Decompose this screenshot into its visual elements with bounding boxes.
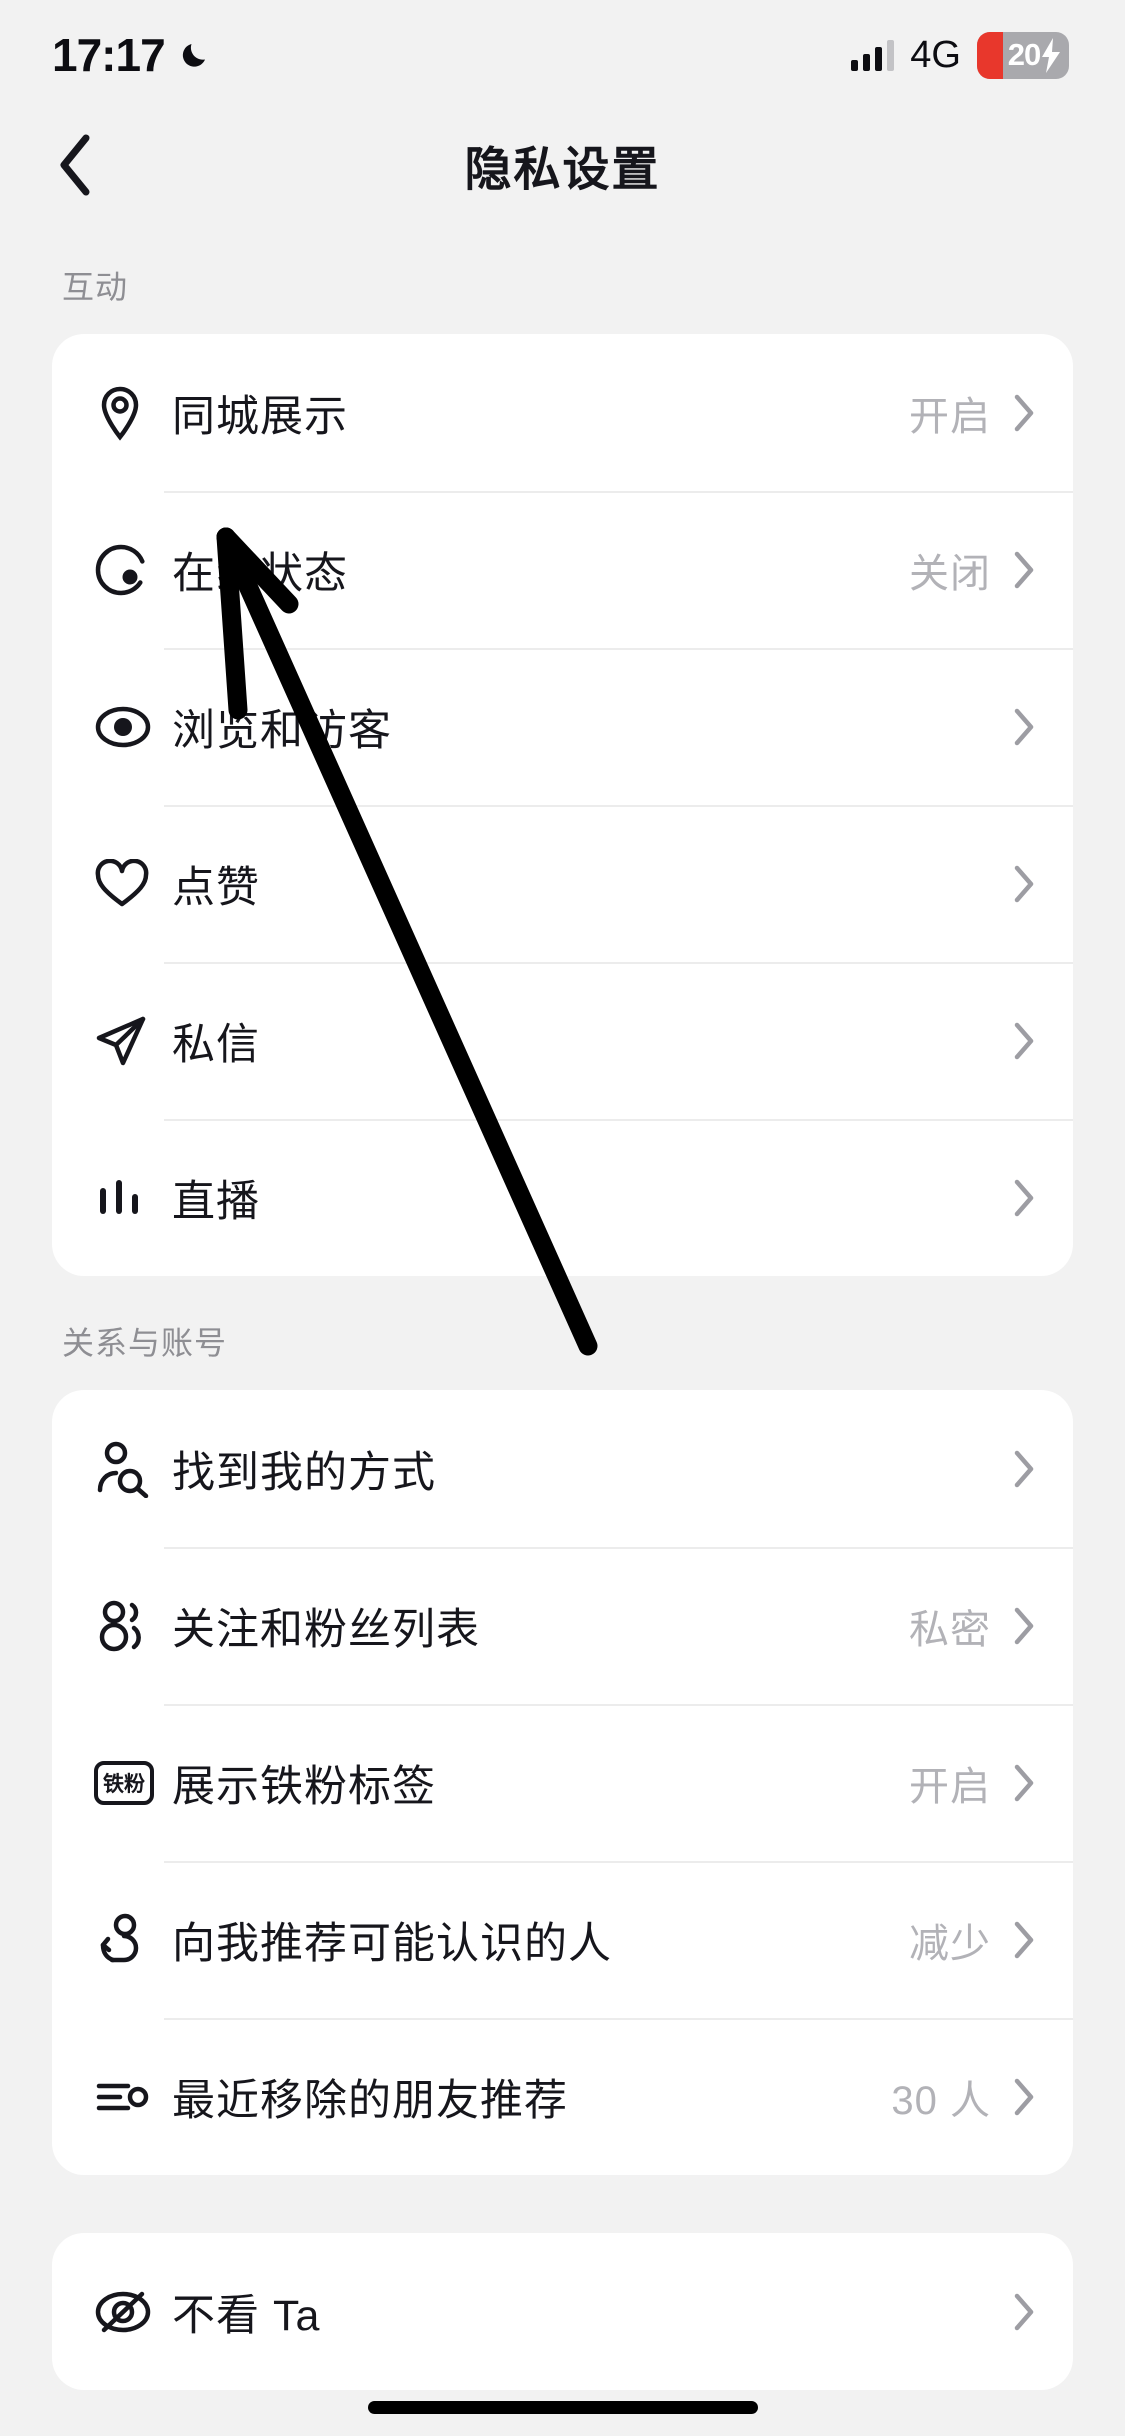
chevron-right-icon xyxy=(1011,1179,1037,1217)
paper-plane-icon xyxy=(94,1014,168,1068)
eye-off-icon xyxy=(94,2288,168,2336)
network-type-label: 4G xyxy=(910,33,961,76)
setting-value: 30 人 xyxy=(891,2078,991,2123)
fan-badge-icon: 铁粉 xyxy=(94,1760,168,1805)
setting-row-direct-message[interactable]: 私信 xyxy=(52,962,1073,1119)
two-people-icon xyxy=(94,1599,168,1653)
settings-card-relations-account: 找到我的方式 关注和粉丝列表 私密 铁粉 展示铁粉标签 开启 向我推荐可能认识的… xyxy=(52,1390,1073,2175)
setting-label: 展示铁粉标签 xyxy=(172,1762,436,1811)
setting-value: 开启 xyxy=(909,1764,991,1809)
chevron-right-icon xyxy=(1011,1450,1037,1488)
setting-value: 私密 xyxy=(909,1607,991,1652)
online-status-icon xyxy=(94,543,168,597)
settings-card-interaction: 同城展示 开启 在线状态 关闭 浏览和访客 点赞 私信 直播 xyxy=(52,334,1073,1276)
setting-row-recently-removed-recommendations[interactable]: 最近移除的朋友推荐 30 人 xyxy=(52,2018,1073,2175)
setting-label: 私信 xyxy=(172,1020,260,1069)
settings-card-block: 不看 Ta xyxy=(52,2233,1073,2390)
setting-label: 向我推荐可能认识的人 xyxy=(172,1919,612,1968)
setting-row-likes[interactable]: 点赞 xyxy=(52,805,1073,962)
chevron-right-icon xyxy=(1011,708,1037,746)
location-pin-icon xyxy=(94,385,168,441)
setting-row-find-me[interactable]: 找到我的方式 xyxy=(52,1390,1073,1547)
setting-label: 找到我的方式 xyxy=(172,1448,436,1497)
chevron-right-icon xyxy=(1011,1764,1037,1802)
signal-bars-icon xyxy=(851,39,895,71)
live-bars-icon xyxy=(94,1176,168,1220)
battery-indicator: 20 xyxy=(977,31,1069,79)
setting-label: 同城展示 xyxy=(172,392,348,441)
chevron-right-icon xyxy=(1011,1607,1037,1645)
setting-row-online-status[interactable]: 在线状态 关闭 xyxy=(52,491,1073,648)
setting-label: 在线状态 xyxy=(172,549,348,598)
phone-screen: 17:17 4G 20 隐私设置 互动 同城展示 开启 在线状态 关闭 浏览和访… xyxy=(0,0,1125,2436)
clock-time: 17:17 xyxy=(52,29,166,81)
navigation-bar: 隐私设置 xyxy=(0,110,1125,220)
setting-row-live[interactable]: 直播 xyxy=(52,1119,1073,1276)
setting-value: 关闭 xyxy=(909,551,991,596)
chevron-right-icon xyxy=(1011,1921,1037,1959)
chevron-right-icon xyxy=(1011,1022,1037,1060)
fan-badge-label: 铁粉 xyxy=(94,1760,154,1805)
status-bar: 17:17 4G 20 xyxy=(0,0,1125,110)
setting-label: 最近移除的朋友推荐 xyxy=(172,2076,568,2125)
status-bar-left: 17:17 xyxy=(52,28,213,82)
chevron-right-icon xyxy=(1011,2078,1037,2116)
section-title-interaction: 互动 xyxy=(62,269,129,305)
page-title: 隐私设置 xyxy=(464,142,661,196)
setting-label: 直播 xyxy=(172,1177,260,1226)
chevron-right-icon xyxy=(1011,2293,1037,2331)
lightning-bolt-icon xyxy=(1042,37,1060,73)
settings-content: 互动 同城展示 开启 在线状态 关闭 浏览和访客 点赞 私信 直播 关系与账号 … xyxy=(0,220,1125,2390)
crescent-moon-icon xyxy=(179,38,213,72)
person-search-icon xyxy=(94,1440,168,1498)
setting-row-show-fan-badge[interactable]: 铁粉 展示铁粉标签 开启 xyxy=(52,1704,1073,1861)
home-indicator xyxy=(367,2401,758,2414)
chevron-right-icon xyxy=(1011,394,1037,432)
setting-row-views-and-visitors[interactable]: 浏览和访客 xyxy=(52,648,1073,805)
setting-row-recommend-people[interactable]: 向我推荐可能认识的人 减少 xyxy=(52,1861,1073,2018)
section-title-relations-account: 关系与账号 xyxy=(62,1325,228,1361)
setting-label: 不看 Ta xyxy=(172,2291,321,2340)
status-bar-right: 4G 20 xyxy=(851,31,1069,79)
setting-row-hide-from-user[interactable]: 不看 Ta xyxy=(52,2233,1073,2390)
heart-icon xyxy=(94,858,168,909)
setting-value: 减少 xyxy=(909,1921,991,1966)
chevron-right-icon xyxy=(1011,865,1037,903)
setting-value: 开启 xyxy=(909,394,991,439)
setting-row-following-followers-list[interactable]: 关注和粉丝列表 私密 xyxy=(52,1547,1073,1704)
setting-label: 浏览和访客 xyxy=(172,706,392,755)
list-remove-icon xyxy=(94,2075,168,2119)
setting-label: 点赞 xyxy=(172,863,260,912)
setting-label: 关注和粉丝列表 xyxy=(172,1605,480,1654)
chevron-right-icon xyxy=(1011,551,1037,589)
eye-icon xyxy=(94,705,168,749)
person-suggest-icon xyxy=(94,1912,168,1968)
setting-row-local-display[interactable]: 同城展示 开启 xyxy=(52,334,1073,491)
